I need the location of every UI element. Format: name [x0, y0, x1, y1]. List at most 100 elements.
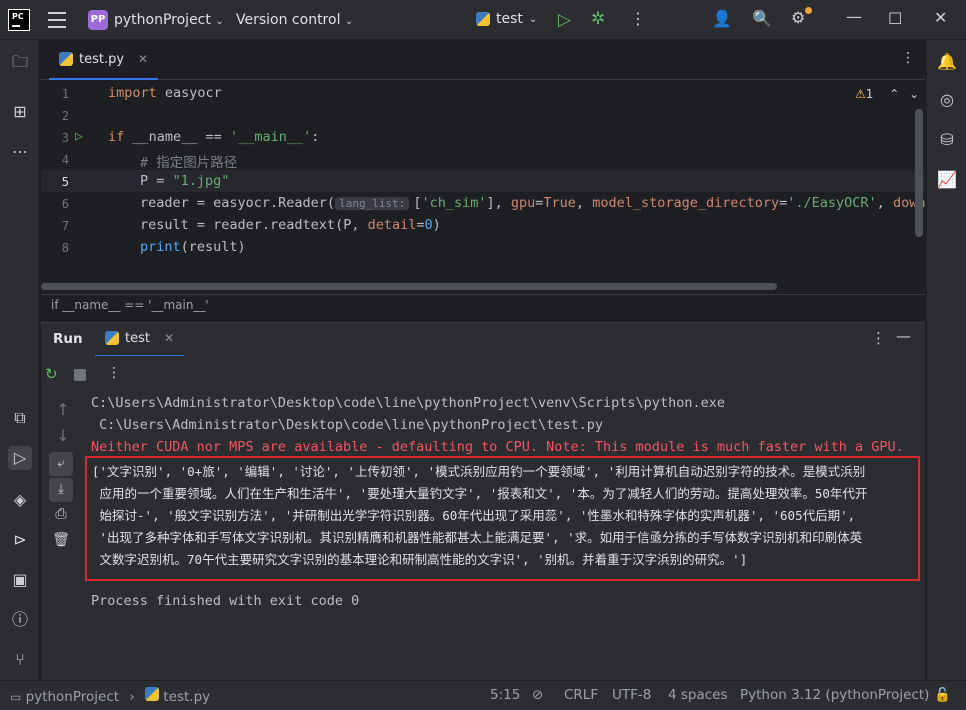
structure-icon[interactable]: ⊞ [10, 102, 30, 122]
tab-more-icon[interactable]: ⋮ [901, 50, 915, 66]
line-number: 4 [61, 153, 69, 167]
run-config-name: test [496, 11, 523, 27]
chevron-down-icon: ⌄ [344, 16, 354, 27]
code-line-5: P = "1.jpg" [140, 173, 230, 189]
chevron-down-icon[interactable]: ⌄ [909, 87, 919, 101]
inspections-widget[interactable]: ⚠1 ⌃ ⌄ [855, 87, 919, 101]
result-line: 应用的一个重要领域。人们在生产和生活牛', '要处瑾大量钓文字', '报表和文'… [92, 486, 868, 501]
trash-icon[interactable]: 🗑 [51, 530, 71, 550]
vcs-selector[interactable]: Version control ⌄ [236, 12, 353, 28]
warnings-count: 1 [865, 87, 874, 101]
status-bar: ▭ pythonProject › test.py 5:15 ⊘ CRLF UT… [0, 680, 966, 710]
horizontal-scrollbar[interactable] [41, 283, 777, 290]
main-menu-icon[interactable] [48, 12, 66, 28]
close-tab-icon[interactable]: ✕ [164, 331, 174, 345]
run-tab-test[interactable]: test ✕ [95, 323, 185, 357]
param-hint: lang_list: [335, 197, 410, 210]
line-number: 2 [61, 109, 69, 123]
arrow-up-icon[interactable]: ↑ [53, 400, 73, 420]
project-selector[interactable]: pythonProject ⌄ [114, 12, 224, 28]
python-interpreter[interactable]: Python 3.12 (pythonProject) [740, 687, 929, 703]
vcs-label: Version control [236, 12, 341, 28]
vertical-scrollbar[interactable] [915, 109, 923, 237]
line-number: 5 [61, 175, 69, 189]
problems-icon[interactable]: ⓘ [10, 610, 30, 630]
run-options-icon[interactable]: ⋮ [871, 329, 886, 347]
line-number: 7 [61, 219, 69, 233]
chevron-up-icon[interactable]: ⌃ [889, 87, 899, 101]
maximize-icon[interactable]: ☐ [888, 9, 902, 28]
print-icon[interactable]: ⎙ [51, 504, 71, 524]
git-icon[interactable]: ⑂ [10, 650, 30, 670]
minimize-icon[interactable]: — [846, 7, 862, 26]
more-actions-icon[interactable]: ⋮ [630, 9, 646, 28]
warning-icon: ⚠ [855, 87, 866, 101]
more-tools-icon[interactable]: ⋯ [10, 142, 30, 162]
code-editor[interactable]: 1 2 3 ▷ 4 5 6 7 8 import easyocr if __na… [41, 81, 925, 293]
module-icon: ▭ [10, 690, 22, 704]
console-toolbar: ↑ ↓ ⤶ ⤓ ⎙ 🗑 [41, 392, 81, 680]
python-console-icon[interactable]: ⧉ [10, 408, 30, 428]
caret-position[interactable]: 5:15 [490, 687, 520, 703]
status-breadcrumb[interactable]: ▭ pythonProject › test.py [10, 687, 210, 705]
code-line-6: reader = easyocr.Reader(lang_list: ['ch_s… [140, 195, 925, 211]
debug-icon[interactable]: ✲ [591, 9, 605, 29]
run-gutter-icon[interactable]: ▷ [75, 129, 83, 144]
scroll-to-end-icon[interactable]: ⤓ [49, 478, 73, 502]
more-icon[interactable]: ⋮ [107, 365, 121, 381]
run-toolbar: ↻ ⋮ [41, 356, 925, 392]
chevron-down-icon: ⌄ [215, 16, 224, 27]
indent-setting[interactable]: 4 spaces [668, 687, 728, 703]
python-packages-icon[interactable]: ◈ [10, 490, 30, 510]
arrow-down-icon[interactable]: ↓ [53, 426, 73, 446]
line-separator[interactable]: CRLF [564, 687, 598, 703]
terminal-icon[interactable]: ▣ [10, 570, 30, 590]
close-tab-icon[interactable]: ✕ [138, 52, 148, 66]
ocr-result-highlight: ['文字识别', '0+旅', '编辑', '讨论', '上传初领', '模式浜… [85, 456, 920, 581]
project-badge-icon: PP [88, 10, 108, 30]
result-line: '出现了多种字体和手写体文字识别机。其识别精膺和机器性能都甚太上能满足要', '… [92, 530, 863, 545]
breadcrumb[interactable]: if __name__ == '__main__' [41, 294, 925, 318]
console-exit-line: Process finished with exit code 0 [91, 593, 360, 609]
run-panel-header: Run test ✕ ⋮ — [41, 322, 925, 357]
unlock-icon[interactable]: 🔓 [934, 687, 951, 703]
stop-icon[interactable] [74, 369, 86, 381]
rerun-icon[interactable]: ↻ [45, 365, 58, 383]
soft-wrap-icon[interactable]: ⤶ [49, 452, 73, 476]
console-line: C:\Users\Administrator\Desktop\code\line… [91, 417, 604, 433]
run-icon[interactable]: ▷ [558, 10, 571, 30]
result-line: 始探讨-', '般文字识别方法', '并研制出光学字符识别器。60年代出现了采用… [92, 508, 856, 523]
run-panel-title: Run [53, 331, 83, 347]
hide-panel-icon[interactable]: — [896, 327, 911, 345]
status-project: pythonProject [25, 689, 120, 705]
line-number: 3 [61, 131, 69, 145]
inspections-off-icon[interactable]: ⊘ [532, 687, 543, 703]
code-line-4: # 指定图片路径 [140, 155, 238, 171]
line-number: 8 [61, 241, 69, 255]
chevron-down-icon: ⌄ [528, 13, 538, 25]
console-line: C:\Users\Administrator\Desktop\code\line… [91, 395, 725, 411]
run-tool-icon[interactable]: ▷ [8, 446, 32, 470]
left-toolbar: 🗀 ⊞ ⋯ ⧉ ▷ ◈ ⊳ ▣ ⓘ ⑂ [0, 40, 40, 680]
tab-test-py[interactable]: test.py ✕ [49, 40, 159, 80]
chevron-right-icon: › [129, 689, 135, 705]
tab-label: test.py [79, 51, 125, 67]
sciview-icon[interactable]: 📈 [937, 170, 957, 190]
ai-assistant-icon[interactable]: ◎ [937, 90, 957, 110]
settings-icon[interactable]: ⚙ [791, 7, 812, 27]
line-number: 1 [61, 87, 69, 101]
python-file-icon [59, 52, 73, 66]
file-encoding[interactable]: UTF-8 [612, 687, 651, 703]
search-icon[interactable]: 🔍 [752, 9, 772, 28]
services-icon[interactable]: ⊳ [10, 530, 30, 550]
code-line-8: print(result) [140, 239, 246, 255]
project-folder-icon[interactable]: 🗀 [10, 52, 30, 72]
run-config-selector[interactable]: test ⌄ [476, 11, 537, 27]
notifications-icon[interactable]: 🔔 [937, 52, 957, 72]
run-console[interactable]: C:\Users\Administrator\Desktop\code\line… [81, 392, 925, 680]
add-user-icon[interactable]: 👤 [712, 9, 732, 28]
run-tab-label: test [125, 331, 150, 346]
database-icon[interactable]: ⛁ [937, 130, 957, 150]
close-window-icon[interactable]: ✕ [934, 8, 947, 27]
code-line-7: result = reader.readtext(P, detail=0) [140, 217, 441, 233]
